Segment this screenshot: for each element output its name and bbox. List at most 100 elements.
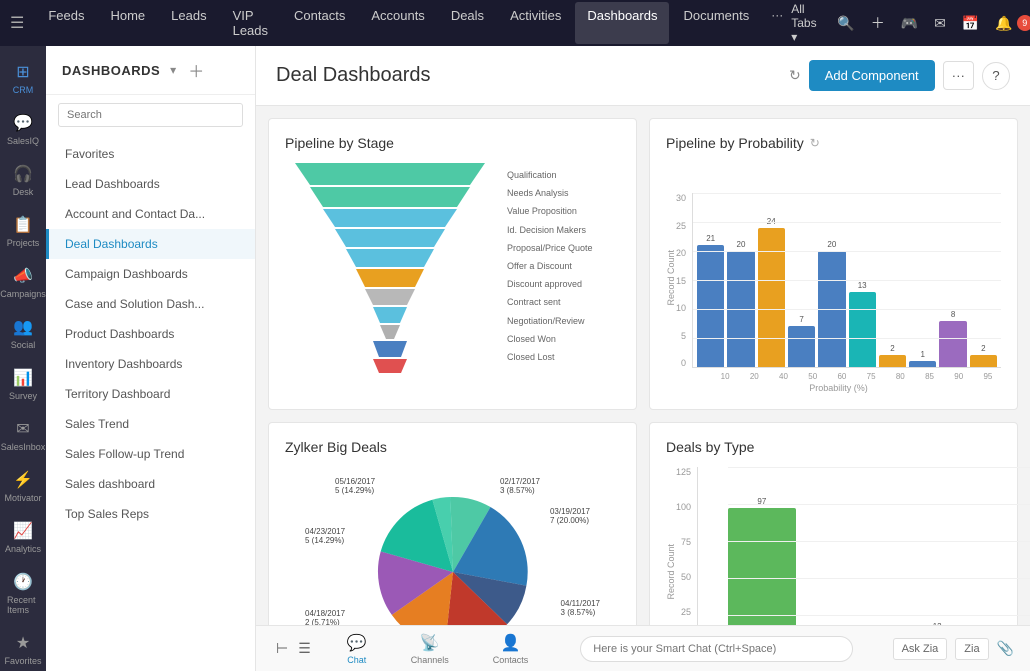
nav-item-case-solution[interactable]: Case and Solution Dash...: [46, 289, 255, 319]
content-header: Deal Dashboards ↻ Add Component ··· ?: [256, 46, 1030, 106]
sidebar-icon-survey[interactable]: 📊 Survey: [3, 360, 43, 409]
chat-icon: 💬: [347, 633, 367, 653]
attachment-icon[interactable]: 📎: [997, 640, 1014, 657]
sidebar-icon-salesiq[interactable]: 💬 SalesIQ: [3, 105, 43, 154]
bar-40: [758, 228, 785, 367]
bottom-tab-chat[interactable]: 💬 Chat: [335, 629, 379, 669]
notification-icon[interactable]: 🔔: [991, 11, 1016, 36]
nav-item-territory[interactable]: Territory Dashboard: [46, 379, 255, 409]
nav-item-sales-dashboard[interactable]: Sales dashboard: [46, 469, 255, 499]
pipeline-by-stage-card: Pipeline by Stage: [268, 118, 637, 410]
bar-wrapper-60: 20: [818, 240, 845, 367]
nav-tab-accounts[interactable]: Accounts: [359, 2, 436, 44]
pie-label-0217: 02/17/20173 (8.57%): [500, 477, 540, 495]
sidebar-icon-campaigns[interactable]: 📣 Campaigns: [3, 258, 43, 307]
dashboards-header-title: DASHBOARDS: [62, 63, 160, 78]
nav-item-account-contact[interactable]: Account and Contact Da...: [46, 199, 255, 229]
sidebar-icon-salesinbox[interactable]: ✉ SalesInbox: [3, 411, 43, 460]
add-icon[interactable]: ＋: [867, 9, 889, 37]
sidebar-icon-desk[interactable]: 🎧 Desk: [3, 156, 43, 205]
all-tabs-dropdown[interactable]: All Tabs ▾: [791, 2, 825, 44]
dashboards-dropdown-icon[interactable]: ▾: [170, 63, 176, 77]
probability-refresh-icon[interactable]: ↻: [810, 136, 820, 150]
nav-tab-leads[interactable]: Leads: [159, 2, 218, 44]
mail-icon[interactable]: ✉: [930, 11, 950, 36]
bar-wrapper-new: 12: [903, 622, 971, 625]
nav-tab-dashboards[interactable]: Dashboards: [575, 2, 669, 44]
help-button[interactable]: ?: [982, 62, 1010, 90]
page-title: Deal Dashboards: [276, 64, 789, 87]
bar-wrapper-20: 20: [727, 240, 754, 367]
nav-tab-feeds[interactable]: Feeds: [36, 2, 96, 44]
refresh-icon[interactable]: ↻: [789, 67, 801, 84]
sidebar-icon-recent[interactable]: 🕐 Recent Items: [3, 564, 43, 623]
recent-label: Recent Items: [7, 595, 39, 615]
search-icon[interactable]: 🔍: [833, 11, 858, 36]
nav-item-product[interactable]: Product Dashboards: [46, 319, 255, 349]
analytics-label: Analytics: [5, 544, 41, 554]
funnel-labels: Qualification Needs Analysis Value Propo…: [507, 163, 593, 365]
bottom-expand-icon[interactable]: ⊢: [272, 636, 292, 661]
zia-button[interactable]: Zia: [955, 638, 988, 660]
bottom-bar: ⊢ ☰ 💬 Chat 📡 Channels 👤 Contacts: [256, 625, 1030, 671]
deals-bars-group: 97 11 12: [728, 467, 971, 625]
bar-wrapper-95: 2: [970, 344, 997, 367]
bottom-list-icon[interactable]: ☰: [294, 636, 315, 661]
pie-svg: [373, 492, 533, 625]
nav-item-deal-dashboards[interactable]: Deal Dashboards: [46, 229, 255, 259]
top-right: All Tabs ▾ 🔍 ＋ 🎮 ✉ 📅 🔔 9 ⚙ U: [791, 2, 1030, 44]
funnel-container: Qualification Needs Analysis Value Propo…: [285, 163, 620, 393]
social-icon: 👥: [13, 317, 33, 337]
nav-more-icon[interactable]: ···: [763, 2, 791, 44]
bottom-tab-channels[interactable]: 📡 Channels: [399, 629, 461, 669]
calendar-icon[interactable]: 📅: [958, 11, 983, 36]
crm-label: CRM: [13, 85, 34, 95]
nav-tab-deals[interactable]: Deals: [439, 2, 496, 44]
ask-zia-button[interactable]: Ask Zia: [893, 638, 948, 660]
sidebar-icon-social[interactable]: 👥 Social: [3, 309, 43, 358]
bar-wrapper-qualified: 97: [728, 497, 796, 625]
nav-tab-home[interactable]: Home: [98, 2, 157, 44]
funnel-label-proposal: Proposal/Price Quote: [507, 240, 593, 256]
x-axis-title-probability: Probability (%): [676, 383, 1001, 393]
nav-item-favorites[interactable]: Favorites: [46, 139, 255, 169]
funnel-label-contract: Contract sent: [507, 294, 593, 310]
bottom-tab-contacts[interactable]: 👤 Contacts: [481, 629, 541, 669]
sidebar-icon-motivator[interactable]: ⚡ Motivator: [3, 462, 43, 511]
nav-item-campaign[interactable]: Campaign Dashboards: [46, 259, 255, 289]
pipeline-by-probability-card: Pipeline by Probability ↻ Record Count 3…: [649, 118, 1018, 410]
sidebar-icon-crm[interactable]: ⊞ CRM: [3, 54, 43, 103]
projects-label: Projects: [7, 238, 40, 248]
hamburger-icon[interactable]: ☰: [10, 13, 24, 33]
add-component-button[interactable]: Add Component: [809, 60, 935, 91]
sidebar-icon-analytics[interactable]: 📈 Analytics: [3, 513, 43, 562]
nav-item-lead-dashboards[interactable]: Lead Dashboards: [46, 169, 255, 199]
funnel-label-qualification: Qualification: [507, 167, 593, 183]
more-options-button[interactable]: ···: [943, 61, 974, 90]
nav-tab-documents[interactable]: Documents: [671, 2, 761, 44]
nav-tab-vipleads[interactable]: VIP Leads: [221, 2, 280, 44]
nav-item-sales-trend[interactable]: Sales Trend: [46, 409, 255, 439]
y-axis-labels: 30 25 20 15 10 5 0: [676, 193, 690, 368]
smart-chat-input[interactable]: [580, 636, 852, 662]
deals-by-type-title: Deals by Type: [666, 439, 1001, 455]
pie-label-0411: 04/11/20173 (8.57%): [561, 599, 600, 617]
nav-item-top-sales[interactable]: Top Sales Reps: [46, 499, 255, 529]
bar-wrapper-existing: 11: [816, 624, 884, 625]
funnel-label-negotiation: Negotiation/Review: [507, 313, 593, 329]
channels-icon: 📡: [420, 633, 440, 653]
search-input[interactable]: [58, 103, 243, 127]
pie-label-0319: 03/19/20177 (20.00%): [550, 507, 590, 525]
nav-tab-contacts[interactable]: Contacts: [282, 2, 357, 44]
nav-item-inventory[interactable]: Inventory Dashboards: [46, 349, 255, 379]
nav-tab-activities[interactable]: Activities: [498, 2, 573, 44]
salesiq-icon: 💬: [13, 113, 33, 133]
campaigns-label: Campaigns: [0, 289, 46, 299]
nav-item-sales-followup[interactable]: Sales Follow-up Trend: [46, 439, 255, 469]
add-dashboard-icon[interactable]: ＋: [188, 58, 204, 82]
sidebar-icon-projects[interactable]: 📋 Projects: [3, 207, 43, 256]
smart-chat: [580, 636, 852, 662]
sidebar-icon-favorites[interactable]: ★ Favorites: [3, 625, 43, 671]
deals-y-axis-title: Record Count: [666, 544, 676, 600]
game-icon[interactable]: 🎮: [897, 11, 922, 36]
